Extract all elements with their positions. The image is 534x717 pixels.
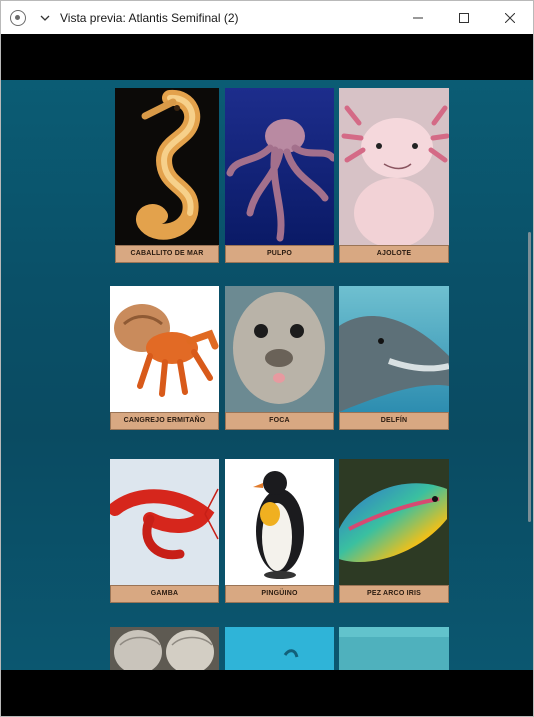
card-dolphin[interactable]: DELFÍN: [339, 286, 449, 430]
card-penguin[interactable]: PINGÜINO: [225, 459, 334, 603]
axolotl-image: [339, 88, 449, 245]
card-label: PINGÜINO: [225, 585, 334, 603]
preview-content: CABALLITO DE MAR PULPO AJOLOTE CANGREJO …: [1, 34, 533, 716]
title-bar: Vista previa: Atlantis Semifinal (2): [1, 1, 533, 34]
card-label: CABALLITO DE MAR: [115, 245, 219, 263]
bottom-black-bar: [1, 670, 533, 716]
chevron-down-icon[interactable]: [38, 11, 52, 25]
card-octopus[interactable]: PULPO: [225, 88, 334, 263]
app-window: Vista previa: Atlantis Semifinal (2) CAB…: [0, 0, 534, 717]
card-partial-water[interactable]: [225, 627, 334, 670]
close-icon: [505, 12, 515, 23]
card-label: PEZ ARCO IRIS: [339, 585, 449, 603]
clams-image: [110, 627, 219, 670]
card-shrimp[interactable]: GAMBA: [110, 459, 219, 603]
card-partial-lagoon[interactable]: [339, 627, 449, 670]
octopus-image: [225, 88, 334, 245]
card-label: PULPO: [225, 245, 334, 263]
app-icon[interactable]: [10, 9, 26, 26]
card-hermit-crab[interactable]: CANGREJO ERMITAÑO: [110, 286, 219, 430]
lagoon-image: [339, 627, 449, 670]
rainbow-fish-image: [339, 459, 449, 585]
card-label: AJOLOTE: [339, 245, 449, 263]
minimize-icon: [413, 17, 423, 18]
vertical-scrollbar[interactable]: [528, 232, 531, 522]
maximize-icon: [459, 12, 469, 23]
shrimp-image: [110, 459, 219, 585]
minimize-button[interactable]: [395, 1, 441, 34]
dolphin-image: [339, 286, 449, 412]
seal-image: [225, 286, 334, 412]
card-label: CANGREJO ERMITAÑO: [110, 412, 219, 430]
window-title: Vista previa: Atlantis Semifinal (2): [60, 10, 239, 25]
card-label: GAMBA: [110, 585, 219, 603]
card-label: FOCA: [225, 412, 334, 430]
close-button[interactable]: [487, 1, 533, 34]
penguin-image: [225, 459, 334, 585]
card-seahorse[interactable]: CABALLITO DE MAR: [115, 88, 219, 263]
hermit-crab-image: [110, 286, 219, 412]
card-label: DELFÍN: [339, 412, 449, 430]
maximize-button[interactable]: [441, 1, 487, 34]
seahorse-image: [115, 88, 219, 245]
card-axolotl[interactable]: AJOLOTE: [339, 88, 449, 263]
card-seal[interactable]: FOCA: [225, 286, 334, 430]
card-partial-clams[interactable]: [110, 627, 219, 670]
card-rainbow-fish[interactable]: PEZ ARCO IRIS: [339, 459, 449, 603]
card-stage: CABALLITO DE MAR PULPO AJOLOTE CANGREJO …: [1, 80, 533, 670]
water-image: [225, 627, 334, 670]
